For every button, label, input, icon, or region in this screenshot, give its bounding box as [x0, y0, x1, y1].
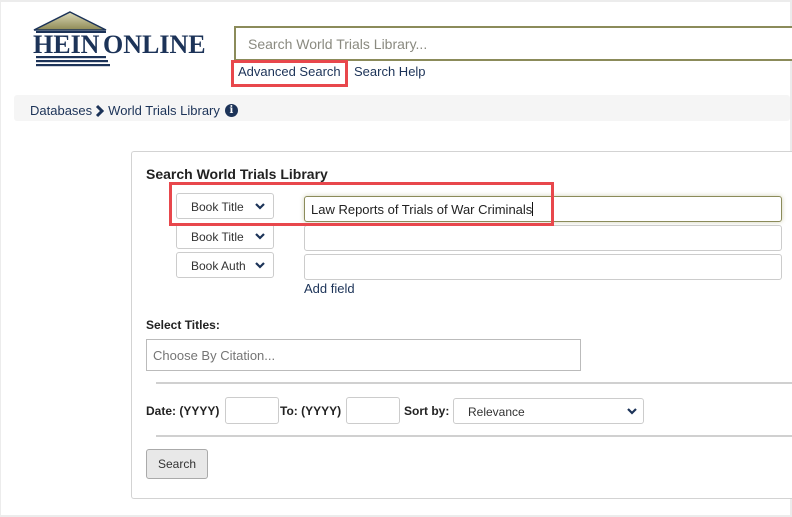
svg-text:HEIN: HEIN [33, 30, 100, 59]
field-type-value: Book Title [191, 230, 244, 244]
date-from-label: Date: (YYYY) [146, 404, 220, 418]
date-from-input[interactable] [225, 397, 279, 424]
info-circle-icon[interactable]: i [224, 104, 238, 117]
breadcrumb-databases[interactable]: Databases [30, 103, 92, 118]
search-term-input-2[interactable] [304, 225, 782, 251]
breadcrumb-world-trials-library[interactable]: World Trials Library [108, 103, 220, 118]
sort-by-select[interactable]: Relevance [453, 398, 644, 424]
search-button[interactable]: Search [146, 449, 208, 479]
highlight-annotation-advanced-search [231, 60, 348, 87]
date-to-label: To: (YYYY) [280, 404, 342, 418]
logo-pediment-icon: HEIN ONLINE [33, 11, 206, 67]
search-term-input-3[interactable] [304, 254, 782, 280]
add-field-link[interactable]: Add field [304, 281, 355, 296]
highlight-annotation-book-title [169, 182, 554, 226]
divider [156, 382, 792, 384]
chevron-right-icon [96, 104, 105, 117]
page: HEIN ONLINE Advanced Search Search Help … [1, 2, 792, 515]
advanced-search-panel: Search World Trials Library Book Title L… [131, 151, 792, 499]
field-type-select-2[interactable]: Book Title [176, 223, 274, 249]
chevron-down-icon [255, 233, 265, 240]
field-type-select-3[interactable]: Book Auth [176, 252, 274, 278]
heinonline-logo[interactable]: HEIN ONLINE [32, 6, 212, 70]
svg-text:ONLINE: ONLINE [103, 30, 206, 59]
select-titles-label: Select Titles: [146, 318, 220, 332]
citation-input[interactable] [146, 339, 581, 371]
header-search-input[interactable] [234, 26, 792, 61]
search-help-link[interactable]: Search Help [354, 64, 426, 79]
chevron-down-icon [627, 408, 637, 415]
sort-by-label: Sort by: [404, 404, 450, 418]
panel-title: Search World Trials Library [146, 166, 328, 182]
chevron-down-icon [255, 262, 265, 269]
breadcrumb: Databases World Trials Library i [14, 95, 790, 121]
date-to-input[interactable] [346, 397, 400, 424]
sort-by-value: Relevance [468, 405, 525, 419]
divider [156, 435, 792, 437]
field-type-value: Book Auth [191, 259, 246, 273]
